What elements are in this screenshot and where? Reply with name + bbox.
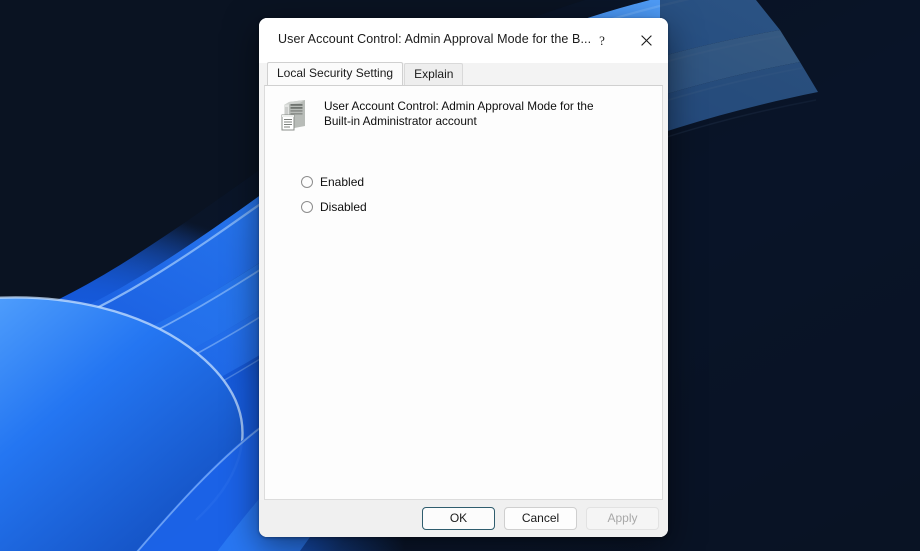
tab-strip: Local Security Setting Explain — [259, 62, 668, 85]
content-wrapper: User Account Control: Admin Approval Mod… — [259, 85, 668, 500]
tab-local-security-setting[interactable]: Local Security Setting — [267, 62, 404, 85]
option-label: Disabled — [320, 200, 367, 214]
question-mark-icon: ? — [599, 32, 605, 48]
desktop-screen: User Account Control: Admin Approval Mod… — [0, 0, 920, 551]
tab-label: Explain — [414, 67, 454, 81]
radio-enabled[interactable] — [301, 176, 313, 188]
ok-button[interactable]: OK — [422, 507, 495, 530]
tab-label: Local Security Setting — [277, 66, 394, 80]
local-security-policy-icon — [278, 98, 314, 134]
help-button[interactable]: ? — [580, 18, 624, 63]
policy-header: User Account Control: Admin Approval Mod… — [265, 86, 662, 134]
dialog-titlebar[interactable]: User Account Control: Admin Approval Mod… — [259, 18, 668, 63]
tab-explain[interactable]: Explain — [404, 63, 464, 85]
option-enabled[interactable]: Enabled — [301, 171, 662, 193]
dialog-title: User Account Control: Admin Approval Mod… — [278, 32, 592, 46]
apply-button: Apply — [586, 507, 659, 530]
option-label: Enabled — [320, 175, 365, 189]
cancel-button[interactable]: Cancel — [504, 507, 577, 530]
policy-setting-name: User Account Control: Admin Approval Mod… — [324, 99, 594, 128]
local-security-setting-panel: User Account Control: Admin Approval Mod… — [264, 85, 663, 500]
dialog-footer: OK Cancel Apply — [259, 500, 668, 537]
close-button[interactable] — [624, 18, 668, 63]
security-policy-dialog: User Account Control: Admin Approval Mod… — [259, 18, 668, 537]
radio-disabled[interactable] — [301, 201, 313, 213]
policy-options-group: Enabled Disabled — [265, 171, 662, 218]
option-disabled[interactable]: Disabled — [301, 196, 662, 218]
caption-button-group: ? — [580, 18, 668, 63]
close-icon — [640, 35, 652, 46]
